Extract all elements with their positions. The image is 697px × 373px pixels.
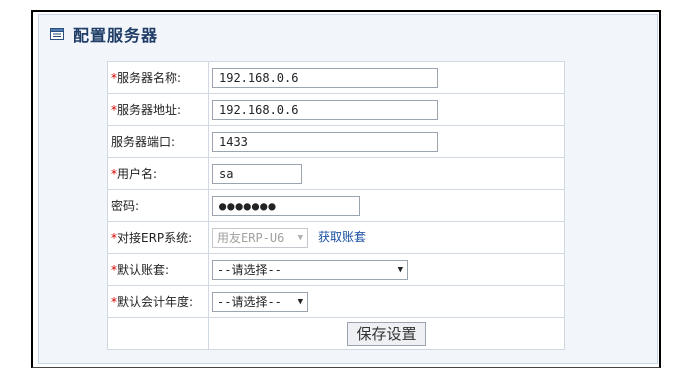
default-account-label: 默认账套: xyxy=(117,263,170,277)
default-fiscal-year-value: --请选择-- xyxy=(217,295,282,309)
save-settings-button[interactable]: 保存设置 xyxy=(347,321,426,346)
row-server-address: *服务器地址: xyxy=(107,93,565,126)
page-title: 配置服务器 xyxy=(73,26,159,45)
row-erp-system: *对接ERP系统: 用友ERP-U6 ▼ 获取账套 xyxy=(107,221,565,254)
erp-system-value: 用友ERP-U6 xyxy=(217,231,285,245)
row-username: *用户名: xyxy=(107,157,565,190)
dropdown-arrow-icon: ▼ xyxy=(397,264,403,275)
server-address-input[interactable] xyxy=(212,99,438,120)
server-port-input[interactable] xyxy=(212,131,438,152)
row-actions: 保存设置 xyxy=(107,317,565,350)
form-window-icon xyxy=(49,26,65,42)
username-label: 用户名: xyxy=(117,167,158,181)
password-input[interactable] xyxy=(212,195,360,216)
dropdown-arrow-icon: ▼ xyxy=(297,296,303,307)
erp-system-select[interactable]: 用友ERP-U6 ▼ xyxy=(212,227,308,248)
erp-system-label: 对接ERP系统: xyxy=(117,231,193,245)
row-password: 密码: xyxy=(107,189,565,222)
server-name-input[interactable] xyxy=(212,67,438,88)
server-config-form: *服务器名称: *服务器地址: 服务器端口: *用户名: 密码: *对接ERP系… xyxy=(107,61,565,350)
default-fiscal-year-select[interactable]: --请选择-- ▼ xyxy=(212,291,308,312)
default-fiscal-year-label: 默认会计年度: xyxy=(117,295,194,309)
get-accounts-link[interactable]: 获取账套 xyxy=(318,230,366,244)
username-input[interactable] xyxy=(212,163,302,184)
server-name-label: 服务器名称: xyxy=(117,71,182,85)
row-server-name: *服务器名称: xyxy=(107,61,565,94)
server-address-label: 服务器地址: xyxy=(117,103,182,117)
panel-title: 配置服务器 xyxy=(49,23,158,45)
row-default-account: *默认账套: --请选择-- ▼ xyxy=(107,253,565,286)
row-default-fiscal-year: *默认会计年度: --请选择-- ▼ xyxy=(107,285,565,318)
dropdown-arrow-icon: ▼ xyxy=(297,232,303,243)
default-account-value: --请选择-- xyxy=(217,263,282,277)
config-panel: 配置服务器 *服务器名称: *服务器地址: 服务器端口: *用户名: 密码: *… xyxy=(38,14,658,364)
server-port-label: 服务器端口: xyxy=(111,135,176,149)
password-label: 密码: xyxy=(111,199,140,213)
row-server-port: 服务器端口: xyxy=(107,125,565,158)
default-account-select[interactable]: --请选择-- ▼ xyxy=(212,259,408,280)
